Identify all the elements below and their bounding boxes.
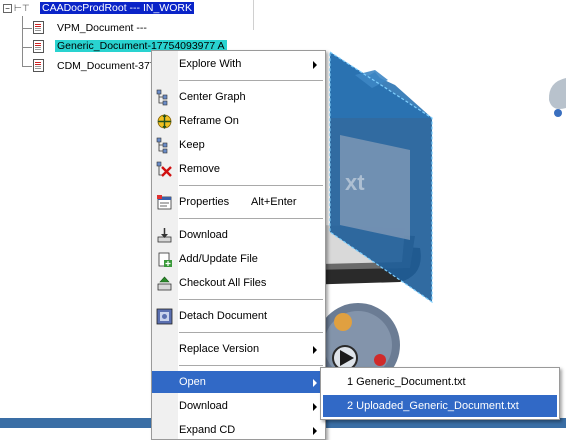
download-icon	[157, 228, 172, 243]
menu-item-label: Replace Version	[179, 343, 260, 355]
tree-node-vpm-document[interactable]: VPM_Document ---	[57, 22, 147, 34]
menu-item-remove[interactable]: Remove	[152, 158, 325, 180]
tree-node-cdm-document[interactable]: CDM_Document-377	[57, 60, 156, 72]
menu-item-label: Keep	[179, 139, 205, 151]
menu-item-label: Add/Update File	[179, 253, 258, 265]
menu-item-label: Checkout All Files	[179, 277, 267, 289]
center-graph-icon	[156, 89, 168, 106]
menu-separator	[179, 332, 323, 333]
menu-item-center-graph[interactable]: Center Graph	[152, 86, 325, 108]
document-icon	[33, 21, 44, 34]
menu-item-download[interactable]: Download	[152, 224, 325, 246]
submenu-arrow-icon	[313, 61, 317, 69]
menu-item-label: Expand CD	[179, 424, 236, 436]
menu-item-label: Properties	[179, 196, 230, 208]
properties-icon	[157, 195, 172, 210]
menu-item-label: Explore With	[179, 58, 242, 70]
detach-icon	[156, 308, 173, 325]
submenu-item-label: 2 Uploaded_Generic_Document.txt	[347, 400, 519, 412]
submenu-item-label: 1 Generic_Document.txt	[347, 376, 466, 388]
tree-expand-toggle[interactable]: −	[3, 4, 12, 13]
add-file-icon	[158, 252, 172, 267]
menu-separator	[179, 185, 323, 186]
menu-item-shortcut: Alt+Enter	[251, 196, 297, 208]
menu-item-label: Detach Document	[179, 310, 268, 322]
menu-item-open[interactable]: Open	[152, 371, 325, 393]
menu-item-label: Download	[179, 400, 228, 412]
reframe-icon	[157, 114, 172, 129]
menu-separator	[179, 365, 323, 366]
menu-item-properties[interactable]: Properties Alt+Enter	[152, 191, 325, 213]
submenu-arrow-icon	[313, 403, 317, 411]
submenu-item-uploaded-generic-document[interactable]: 2 Uploaded_Generic_Document.txt	[323, 395, 557, 417]
keep-icon	[156, 137, 168, 154]
menu-item-add-update-file[interactable]: Add/Update File	[152, 248, 325, 270]
submenu-item-generic-document[interactable]: 1 Generic_Document.txt	[323, 371, 557, 393]
menu-item-explore-with[interactable]: Explore With	[152, 53, 325, 75]
menu-separator	[179, 299, 323, 300]
root-node-label[interactable]: CAADocProdRoot --- IN_WORK	[40, 2, 194, 14]
menu-item-expand[interactable]: Expand CD	[152, 419, 325, 439]
menu-item-detach-document[interactable]: Detach Document	[152, 305, 325, 327]
document-icon	[33, 59, 44, 72]
submenu-arrow-icon	[313, 346, 317, 354]
menu-separator	[179, 80, 323, 81]
menu-item-label: Center Graph	[179, 91, 246, 103]
menu-item-label: Reframe On	[179, 115, 239, 127]
menu-item-replace-version[interactable]: Replace Version	[152, 338, 325, 360]
svg-text:xt: xt	[345, 170, 365, 195]
menu-separator	[179, 218, 323, 219]
menu-item-label: Remove	[179, 163, 220, 175]
menu-item-label: Download	[179, 229, 228, 241]
submenu-arrow-icon	[313, 379, 317, 387]
menu-item-checkout-all-files[interactable]: Checkout All Files	[152, 272, 325, 294]
context-menu: Explore With Center Graph Reframe On Kee…	[151, 50, 326, 440]
root-node-icon: ⊢⊤	[14, 3, 30, 13]
open-submenu: 1 Generic_Document.txt 2 Uploaded_Generi…	[320, 367, 560, 420]
submenu-arrow-icon	[313, 427, 317, 435]
checkout-icon	[157, 276, 172, 291]
remove-icon	[156, 161, 172, 177]
menu-item-keep[interactable]: Keep	[152, 134, 325, 156]
document-icon	[33, 40, 44, 53]
menu-item-label: Open	[179, 376, 206, 388]
menu-item-reframe-on[interactable]: Reframe On	[152, 110, 325, 132]
menu-item-download-submenu[interactable]: Download	[152, 395, 325, 417]
root-node[interactable]: CAADocProdRoot --- IN_WORK	[40, 2, 194, 14]
